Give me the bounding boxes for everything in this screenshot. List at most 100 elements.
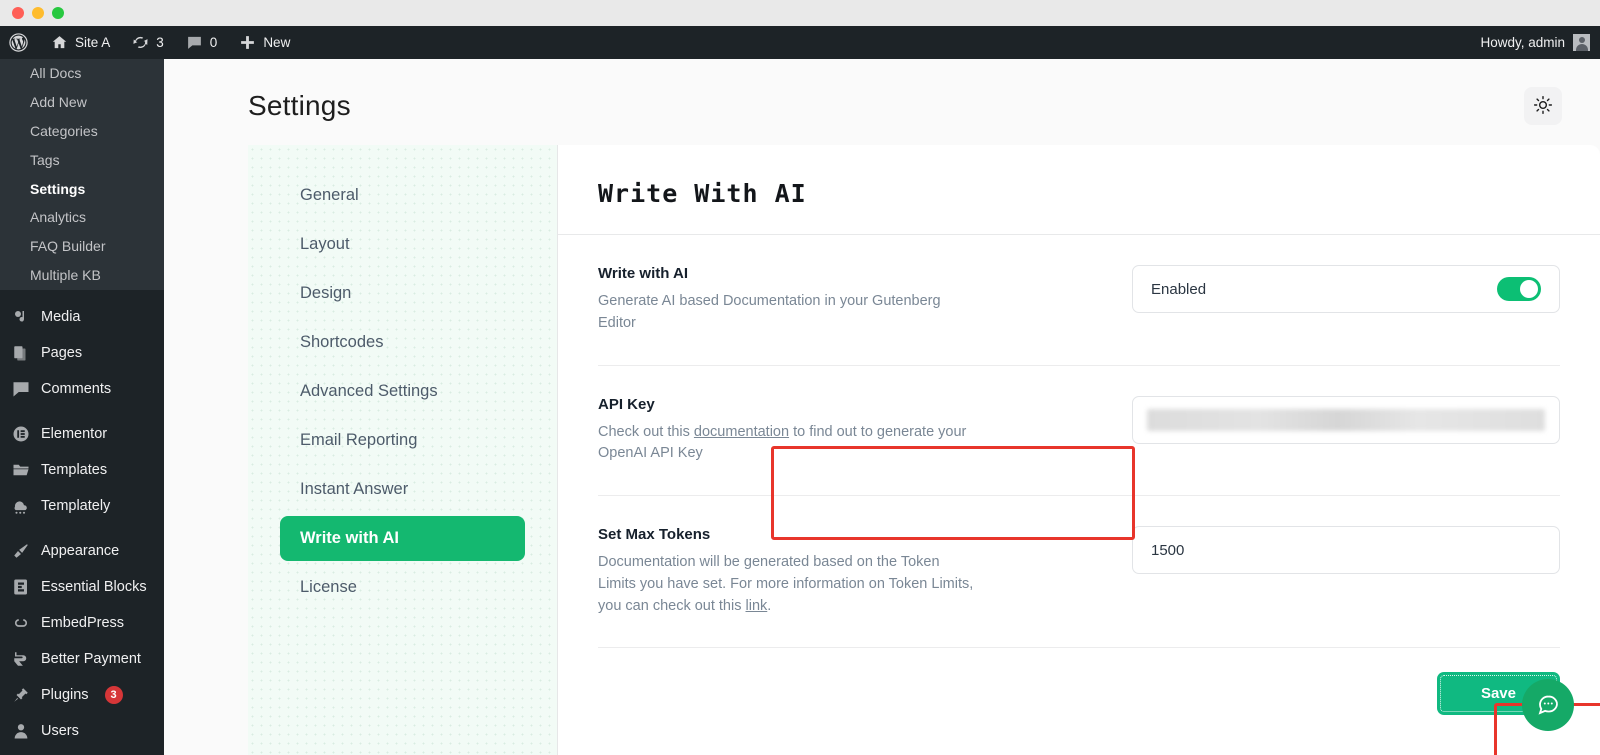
settings-tab-advanced-settings[interactable]: Advanced Settings [280,369,525,414]
page-header: Settings [164,59,1600,125]
panel-header: Write With AI [558,145,1600,235]
settings-tab-label: Write with AI [300,529,399,547]
updates-menu[interactable]: 3 [121,26,175,59]
setting-description: Generate AI based Documentation in your … [598,293,941,331]
window-close-button[interactable] [12,7,24,19]
settings-tab-label: Design [300,284,352,302]
setting-row-api-key: API Key Check out this documentation to … [598,366,1560,496]
sidebar-item-essential-blocks[interactable]: Essential Blocks [0,569,164,605]
write-with-ai-toggle-field[interactable]: Enabled [1132,265,1560,313]
brush-icon [11,541,31,561]
settings-tab-license[interactable]: License [280,565,525,610]
sidebar-item-embedpress[interactable]: EmbedPress [0,605,164,641]
write-with-ai-switch[interactable] [1497,277,1541,301]
settings-tab-instant-answer[interactable]: Instant Answer [280,467,525,512]
sidebar-label: EmbedPress [41,615,125,632]
sidebar-item-comments[interactable]: Comments [0,371,164,407]
setting-info: Set Max Tokens Documentation will be gen… [598,526,998,617]
site-name-menu[interactable]: Site A [40,26,121,59]
media-icon [11,307,31,327]
sidebar-label: Comments [41,381,112,398]
sidebar-item-multiple-kb[interactable]: Multiple KB [0,261,164,290]
setting-description: Documentation will be generated based on… [598,552,974,617]
sidebar-item-settings[interactable]: Settings [0,175,164,204]
desc-text-after: . [767,597,772,614]
updates-count: 3 [156,35,164,50]
sun-icon [1533,95,1553,118]
window-minimize-button[interactable] [32,7,44,19]
sidebar-item-better-payment[interactable]: Better Payment [0,641,164,677]
sidebar-item-categories[interactable]: Categories [0,117,164,146]
sidebar-item-all-docs[interactable]: All Docs [0,59,164,88]
sidebar-item-plugins[interactable]: Plugins 3 [0,677,164,713]
comments-icon [11,379,31,399]
elementor-icon [11,424,31,444]
sidebar-item-media[interactable]: Media [0,299,164,335]
docs-submenu: All Docs Add New Categories Tags Setting… [0,59,164,291]
setting-label: API Key [598,395,655,413]
sidebar-item-pages[interactable]: Pages [0,335,164,371]
comments-menu[interactable]: 0 [175,26,229,59]
user-icon [11,721,31,741]
settings-tab-design[interactable]: Design [280,271,525,316]
setting-control: 1500 [998,526,1560,574]
sidebar-item-users[interactable]: Users [0,713,164,749]
sidebar-label: Appearance [41,543,120,560]
sidebar-label: Plugins [41,687,89,704]
setting-control [998,395,1560,444]
setting-info: Write with AI Generate AI based Document… [598,265,998,335]
settings-tab-email-reporting[interactable]: Email Reporting [280,418,525,463]
sidebar-item-appearance[interactable]: Appearance [0,533,164,569]
menu-divider-2 [0,407,164,416]
folder-icon [11,460,31,480]
sidebar-label: All Docs [30,65,82,81]
plus-icon [239,34,256,51]
api-key-input[interactable] [1132,395,1560,444]
token-limits-link[interactable]: link [746,598,768,614]
sidebar-label: Categories [30,122,98,139]
settings-tab-label: General [300,186,359,204]
settings-tab-label: Layout [300,235,350,253]
greeting-label: Howdy, admin [1480,35,1565,50]
sidebar-label: Pages [41,345,83,362]
sidebar-item-elementor[interactable]: Elementor [0,416,164,452]
settings-tab-label: Advanced Settings [300,382,438,400]
plug-icon [11,685,31,705]
sidebar-item-templates[interactable]: Templates [0,452,164,488]
theme-toggle-button[interactable] [1524,87,1562,125]
max-tokens-input[interactable]: 1500 [1132,526,1560,574]
embedpress-icon [11,613,31,633]
essential-blocks-icon [11,577,31,597]
setting-row-write-with-ai: Write with AI Generate AI based Document… [598,235,1560,366]
desc-text-before: Documentation will be generated based on… [598,554,974,614]
sidebar-item-faq-builder[interactable]: FAQ Builder [0,232,164,261]
settings-tab-write-with-ai[interactable]: Write with AI [280,516,525,561]
menu-divider-1 [0,290,164,299]
sidebar-label: Multiple KB [30,267,101,284]
wordpress-icon [8,32,29,53]
sidebar-item-analytics[interactable]: Analytics [0,203,164,232]
sidebar-item-tags[interactable]: Tags [0,146,164,175]
wp-logo-menu[interactable] [0,26,40,59]
new-content-label: New [263,35,291,50]
chat-support-button[interactable] [1522,679,1574,731]
plugins-update-badge: 3 [104,686,123,705]
sidebar-label: Analytics [30,209,87,226]
site-name-label: Site A [75,35,111,50]
sidebar-label: Media [41,309,81,326]
wp-admin-bar: Site A 3 0 New Howdy, admin [0,26,1600,59]
chat-bubble-icon [1536,692,1560,719]
sidebar-item-add-new[interactable]: Add New [0,88,164,117]
panel-title: Write With AI [598,179,807,208]
sidebar-item-templately[interactable]: Templately [0,488,164,524]
settings-tab-shortcodes[interactable]: Shortcodes [280,320,525,365]
window-zoom-button[interactable] [52,7,64,19]
page-title: Settings [248,90,351,121]
settings-tab-layout[interactable]: Layout [280,222,525,267]
new-content-menu[interactable]: New [228,26,301,59]
pages-icon [11,343,31,363]
settings-tab-general[interactable]: General [280,173,525,218]
documentation-link[interactable]: documentation [694,424,789,440]
desc-text-before: Check out this [598,423,694,440]
account-menu[interactable]: Howdy, admin [1480,34,1600,51]
